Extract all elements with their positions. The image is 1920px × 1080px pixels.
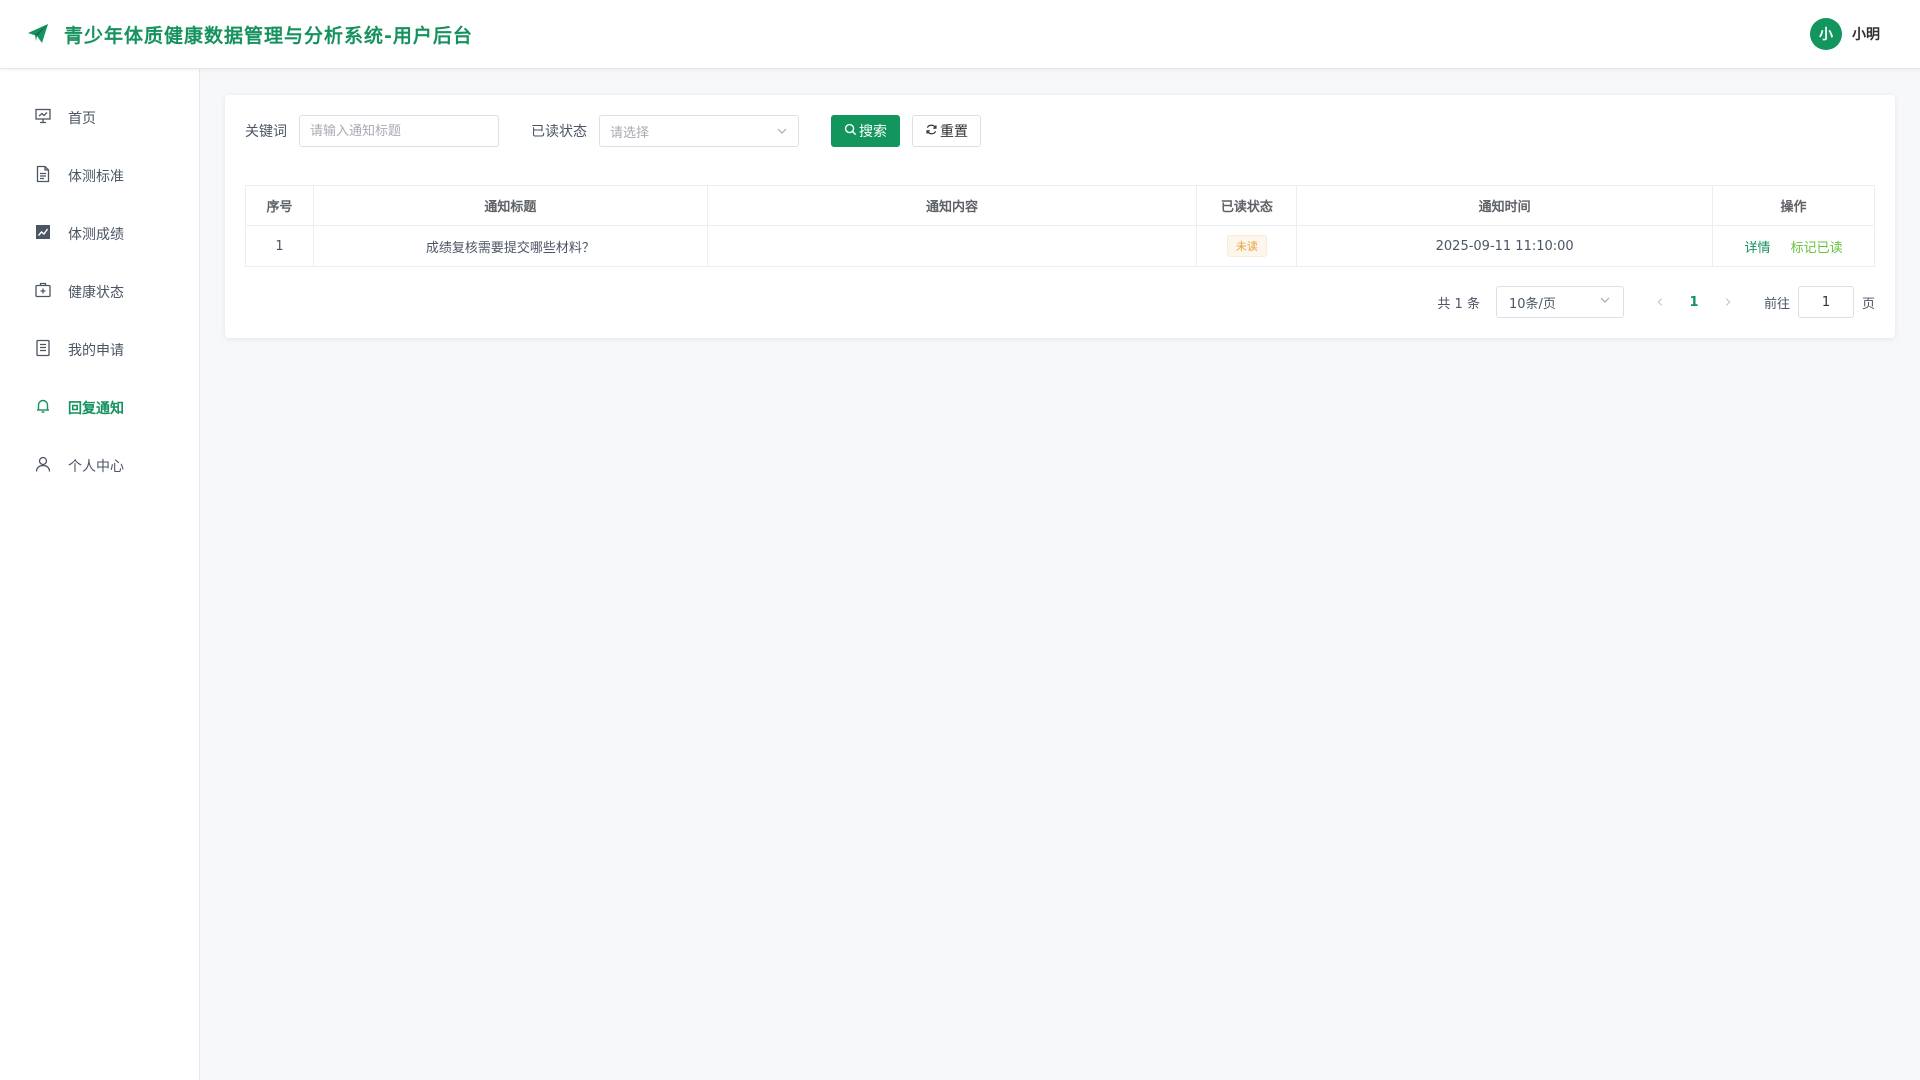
sidebar-item-label: 回复通知 <box>68 401 124 417</box>
total-count: 共 1 条 <box>1437 296 1480 312</box>
chevron-down-icon <box>776 122 788 141</box>
notification-time: 2025-09-11 11:10:00 <box>1296 225 1714 267</box>
table-header-row: 序号 通知标题 通知内容 已读状态 通知时间 操作 <box>245 185 1875 226</box>
search-button[interactable]: 搜索 <box>831 115 900 147</box>
line-chart-icon <box>34 223 52 245</box>
sidebar-item-label: 体测标准 <box>68 169 124 185</box>
filter-bar: 关键词 已读状态 请选择 搜索 重置 <box>245 115 981 147</box>
page-size-value: 10条/页 <box>1508 296 1556 312</box>
status-label: 已读状态 <box>531 124 587 140</box>
document-icon <box>34 165 52 187</box>
notification-title: 成绩复核需要提交哪些材料？ <box>312 225 708 267</box>
sidebar-item-label: 体测成绩 <box>68 227 124 243</box>
detail-link[interactable]: 详情 <box>1744 241 1770 256</box>
page-size-select[interactable]: 10条/页 <box>1495 286 1624 318</box>
page-number-current[interactable]: 1 <box>1680 295 1708 310</box>
sidebar-item-notifications[interactable]: 回复通知 <box>0 379 199 437</box>
sidebar-item-home[interactable]: 首页 <box>0 89 199 147</box>
username[interactable]: 小明 <box>1852 24 1880 44</box>
paper-plane-icon <box>26 22 50 46</box>
top-header: 青少年体质健康数据管理与分析系统-用户后台 小 小明 <box>0 0 1920 69</box>
prev-page-button[interactable] <box>1648 288 1672 316</box>
sidebar-item-label: 我的申请 <box>68 343 124 359</box>
column-header: 已读状态 <box>1196 185 1298 226</box>
column-header: 通知内容 <box>706 185 1198 226</box>
search-button-label: 搜索 <box>859 124 887 140</box>
sidebar-item-label: 健康状态 <box>68 285 124 301</box>
bell-icon <box>34 397 52 419</box>
avatar[interactable]: 小 <box>1810 18 1842 50</box>
sidebar-item-profile[interactable]: 个人中心 <box>0 437 199 495</box>
sidebar-item-scores[interactable]: 体测成绩 <box>0 205 199 263</box>
user-menu[interactable]: 小 小明 <box>1810 18 1880 50</box>
reset-button-label: 重置 <box>940 124 968 140</box>
sidebar-item-label: 个人中心 <box>68 459 124 475</box>
notification-table: 序号 通知标题 通知内容 已读状态 通知时间 操作 1 成绩复核需要提交哪些材料… <box>245 185 1875 267</box>
user-icon <box>34 455 52 477</box>
column-header: 通知时间 <box>1296 185 1714 226</box>
status-badge: 未读 <box>1226 235 1267 257</box>
chevron-down-icon <box>1599 294 1611 310</box>
table-row: 1 成绩复核需要提交哪些材料？ 未读 2025-09-11 11:10:00 详… <box>245 225 1875 267</box>
sidebar: 首页 体测标准 体测成绩 健康状态 我的申请 回复通知 个人中心 <box>0 69 200 1080</box>
next-page-button[interactable] <box>1716 288 1740 316</box>
refresh-icon <box>925 123 940 140</box>
mark-read-link[interactable]: 标记已读 <box>1791 241 1843 256</box>
status-select-placeholder: 请选择 <box>610 125 650 141</box>
goto-page-input[interactable] <box>1797 286 1854 318</box>
list-document-icon <box>34 339 52 361</box>
search-icon <box>844 123 859 140</box>
row-index: 1 <box>245 225 314 267</box>
sidebar-item-health[interactable]: 健康状态 <box>0 263 199 321</box>
page-suffix: 页 <box>1861 296 1875 312</box>
app-title: 青少年体质健康数据管理与分析系统-用户后台 <box>64 24 473 47</box>
notification-panel: 关键词 已读状态 请选择 搜索 重置 序号 通知标题 通知内容 已读状态 通知时… <box>225 95 1895 338</box>
status-select[interactable]: 请选择 <box>599 115 799 147</box>
presentation-chart-icon <box>34 107 52 129</box>
chevron-right-icon <box>1725 298 1731 306</box>
reset-button[interactable]: 重置 <box>912 115 981 147</box>
column-header: 操作 <box>1712 185 1875 226</box>
first-aid-kit-icon <box>34 281 52 303</box>
goto-label: 前往 <box>1763 296 1790 312</box>
sidebar-item-label: 首页 <box>68 111 96 127</box>
keyword-label: 关键词 <box>245 124 287 140</box>
sidebar-item-standards[interactable]: 体测标准 <box>0 147 199 205</box>
chevron-left-icon <box>1657 298 1663 306</box>
column-header: 通知标题 <box>312 185 708 226</box>
pagination: 共 1 条 10条/页 1 前往 页 <box>1437 286 1875 318</box>
keyword-input[interactable] <box>299 115 499 147</box>
sidebar-item-applications[interactable]: 我的申请 <box>0 321 199 379</box>
notification-content <box>706 225 1198 267</box>
column-header: 序号 <box>245 185 314 226</box>
